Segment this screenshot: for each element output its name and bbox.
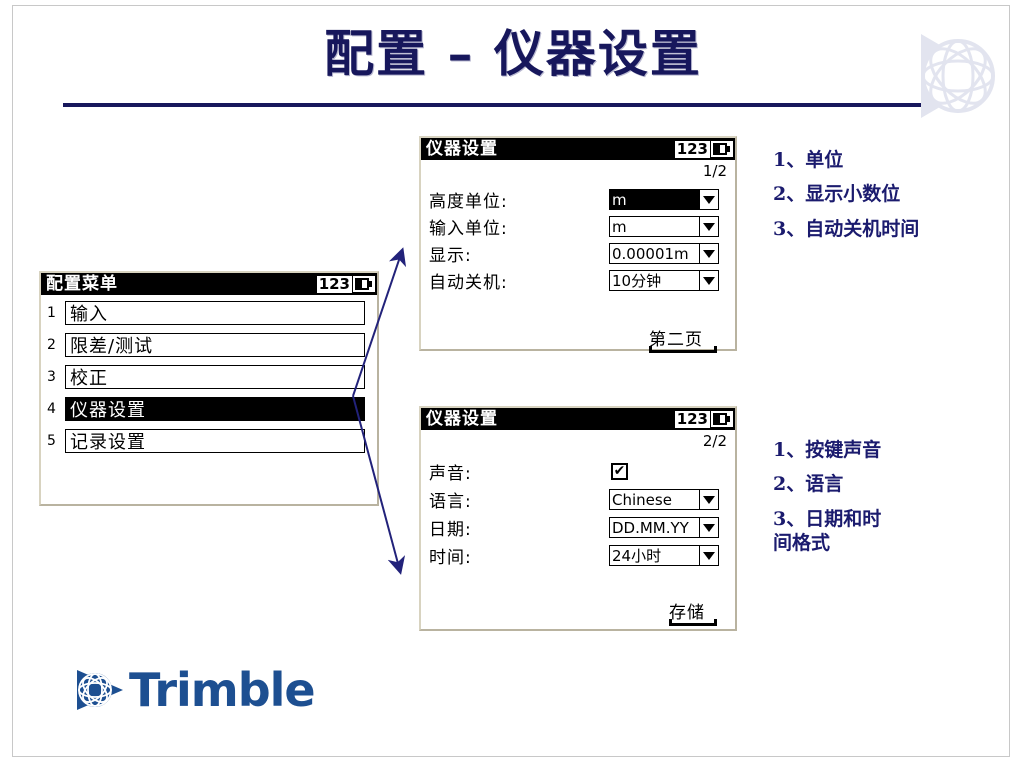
sidebar-item-input[interactable]: 输入 xyxy=(65,301,365,325)
field-label-time: 时间: xyxy=(429,548,472,568)
softkey-save-underline xyxy=(669,623,717,626)
field-label-display: 显示: xyxy=(429,246,472,266)
field-row-height-unit: 高度单位: m xyxy=(421,188,735,212)
softkey-save-tick-right xyxy=(714,619,717,624)
list-item-number: 5 xyxy=(47,433,56,449)
dropdown-auto-off-value: 10分钟 xyxy=(612,271,662,290)
chevron-down-icon[interactable] xyxy=(699,244,718,263)
title-block: 配置 – 仪器设置 xyxy=(13,24,1013,83)
annotation-list-page1: 1、单位 2、显示小数位 3、自动关机时间 xyxy=(773,148,953,251)
input-mode-badge: 123 xyxy=(316,274,352,293)
trimble-wordmark: Trimble xyxy=(129,663,316,717)
chevron-down-icon[interactable] xyxy=(699,518,718,537)
chevron-down-icon[interactable] xyxy=(699,190,718,209)
page-indicator: 1/2 xyxy=(702,162,727,180)
sidebar-item-calibration[interactable]: 校正 xyxy=(65,365,365,389)
title-underline-rule xyxy=(63,103,943,107)
dropdown-time-format[interactable]: 24小时 xyxy=(609,545,719,566)
dropdown-date-format-value: DD.MM.YY xyxy=(612,518,689,537)
chevron-down-icon[interactable] xyxy=(699,490,718,509)
instrument-settings-screen-page2: 仪器设置 123 2/2 声音: ✔ 语言: Chinese 日期: DD.MM… xyxy=(419,406,737,631)
list-item[interactable]: 5 记录设置 xyxy=(41,429,377,455)
menu-screen-status: 123 xyxy=(316,274,375,293)
trimble-globe-icon xyxy=(77,670,123,710)
dropdown-language[interactable]: Chinese xyxy=(609,489,719,510)
sidebar-item-instrument-settings[interactable]: 仪器设置 xyxy=(65,397,365,421)
field-row-input-unit: 输入单位: m xyxy=(421,215,735,239)
screen2-title: 仪器设置 xyxy=(426,409,498,429)
config-menu-screen: 配置菜单 123 1 输入 2 限差/测试 3 校正 4 仪器设置 5 记录设置 xyxy=(39,271,379,506)
chevron-down-icon[interactable] xyxy=(699,271,718,290)
list-item[interactable]: 2 限差/测试 xyxy=(41,333,377,359)
field-row-date: 日期: DD.MM.YY xyxy=(421,516,735,540)
battery-icon xyxy=(353,276,375,292)
screen2-titlebar: 仪器设置 123 xyxy=(421,408,735,430)
sidebar-item-record-settings[interactable]: 记录设置 xyxy=(65,429,365,453)
softkey-next-page-tick-right xyxy=(714,346,717,351)
input-mode-badge: 123 xyxy=(674,139,710,158)
battery-icon xyxy=(711,141,733,157)
dropdown-time-format-value: 24小时 xyxy=(612,546,662,565)
field-label-language: 语言: xyxy=(429,492,472,512)
annotation-list-page2: 1、按键声音 2、语言 3、日期和时间格式 xyxy=(773,438,893,565)
trimble-globe-watermark-icon xyxy=(913,26,1013,126)
dropdown-display-decimals-value: 0.00001m xyxy=(612,244,689,263)
annotation-item: 3、自动关机时间 xyxy=(773,217,920,240)
dropdown-auto-off[interactable]: 10分钟 xyxy=(609,270,719,291)
field-row-display: 显示: 0.00001m xyxy=(421,242,735,266)
screen1-title: 仪器设置 xyxy=(426,139,498,159)
trimble-logo: Trimble xyxy=(75,663,316,717)
dropdown-height-unit-value: m xyxy=(612,190,627,209)
checkbox-sound[interactable]: ✔ xyxy=(611,463,628,480)
field-label-input-unit: 输入单位: xyxy=(429,219,508,239)
softkey-save-tick-left xyxy=(669,619,672,624)
field-label-date: 日期: xyxy=(429,520,472,540)
list-item-number: 4 xyxy=(47,401,56,417)
screen1-titlebar: 仪器设置 123 xyxy=(421,138,735,160)
softkey-save[interactable]: 存储 xyxy=(669,598,705,623)
screen2-status: 123 xyxy=(674,409,733,428)
annotation-item: 3、日期和时间格式 xyxy=(773,507,882,554)
field-row-auto-off: 自动关机: 10分钟 xyxy=(421,269,735,293)
field-label-auto-off: 自动关机: xyxy=(429,273,508,293)
menu-screen-title: 配置菜单 xyxy=(46,274,118,294)
instrument-settings-screen-page1: 仪器设置 123 1/2 高度单位: m 输入单位: m 显示: 0.00001… xyxy=(419,136,737,353)
list-item[interactable]: 3 校正 xyxy=(41,365,377,391)
menu-screen-titlebar: 配置菜单 123 xyxy=(41,273,377,295)
battery-icon xyxy=(711,411,733,427)
dropdown-display-decimals[interactable]: 0.00001m xyxy=(609,243,719,264)
list-item-number: 2 xyxy=(47,337,56,353)
page-indicator: 2/2 xyxy=(702,432,727,450)
annotation-item: 2、显示小数位 xyxy=(773,183,901,206)
dropdown-height-unit[interactable]: m xyxy=(609,189,719,210)
input-mode-badge: 123 xyxy=(674,409,710,428)
chevron-down-icon[interactable] xyxy=(699,546,718,565)
chevron-down-icon[interactable] xyxy=(699,217,718,236)
field-row-time: 时间: 24小时 xyxy=(421,544,735,568)
screen1-status: 123 xyxy=(674,139,733,158)
slide-canvas: 配置 – 仪器设置 配置菜单 123 1 输入 2 限差/测试 3 校正 4 仪… xyxy=(12,5,1010,757)
softkey-next-page-underline xyxy=(649,350,717,353)
annotation-item: 1、按键声音 xyxy=(773,439,882,461)
dropdown-date-format[interactable]: DD.MM.YY xyxy=(609,517,719,538)
list-item-number: 1 xyxy=(47,305,56,321)
softkey-next-page[interactable]: 第二页 xyxy=(649,325,703,350)
annotation-item: 2、语言 xyxy=(773,473,844,496)
list-item[interactable]: 1 输入 xyxy=(41,301,377,327)
field-row-language: 语言: Chinese xyxy=(421,488,735,512)
dropdown-input-unit-value: m xyxy=(612,217,627,236)
page-title: 配置 – 仪器设置 xyxy=(324,24,702,83)
field-label-height-unit: 高度单位: xyxy=(429,192,508,212)
sidebar-item-tolerance-test[interactable]: 限差/测试 xyxy=(65,333,365,357)
dropdown-input-unit[interactable]: m xyxy=(609,216,719,237)
list-item[interactable]: 4 仪器设置 xyxy=(41,397,377,423)
field-row-sound: 声音: ✔ xyxy=(421,460,735,484)
field-label-sound: 声音: xyxy=(429,464,472,484)
list-item-number: 3 xyxy=(47,369,56,385)
softkey-next-page-tick-left xyxy=(649,346,652,351)
annotation-item: 1、单位 xyxy=(773,149,844,171)
dropdown-language-value: Chinese xyxy=(612,490,672,509)
